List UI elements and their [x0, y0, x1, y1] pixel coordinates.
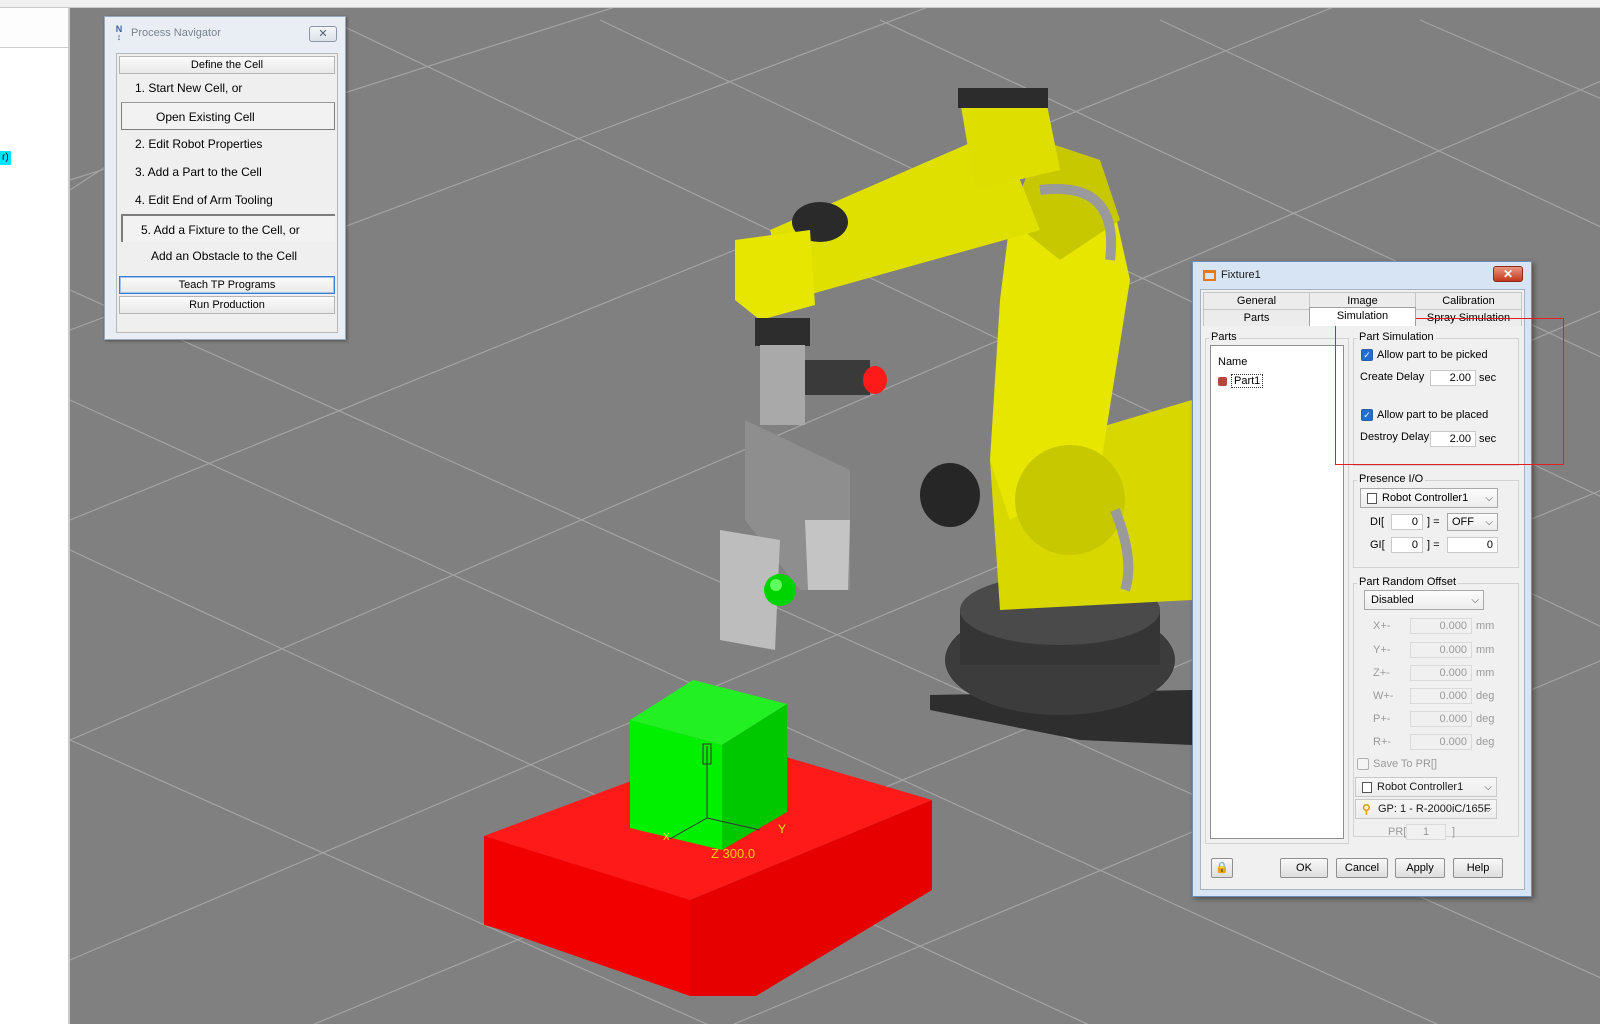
pr-close-bracket: ]: [1452, 826, 1456, 838]
check-icon: ✓: [1357, 758, 1369, 770]
tab-general[interactable]: General: [1203, 292, 1310, 309]
offset-x-label: X+-: [1373, 620, 1391, 632]
di-value: OFF: [1452, 516, 1474, 528]
tab-parts[interactable]: Parts: [1203, 309, 1310, 326]
offset-y-input[interactable]: 0.000: [1410, 642, 1472, 658]
offset-w-label: W+-: [1373, 690, 1394, 702]
fixture-dialog-title: Fixture1: [1221, 269, 1261, 281]
pr-group-value: GP: 1 - R-2000iC/165F: [1378, 803, 1491, 815]
save-to-pr-checkbox[interactable]: ✓ Save To PR[]: [1357, 758, 1437, 770]
close-icon[interactable]: ✕: [1493, 266, 1523, 282]
nav-step-start-new-cell[interactable]: 1. Start New Cell, or: [117, 74, 337, 102]
highlight-annotation-box: [1335, 318, 1564, 465]
presence-controller-select[interactable]: Robot Controller1 ⌵: [1360, 488, 1498, 508]
axis-y-label: Y: [778, 822, 786, 836]
tab-calibration[interactable]: Calibration: [1415, 292, 1522, 309]
part-green-cube[interactable]: [630, 680, 787, 850]
presence-io-label: Presence I/O: [1357, 473, 1426, 485]
offset-z-label: Z+-: [1373, 667, 1390, 679]
offset-p-input[interactable]: 0.000: [1410, 711, 1472, 727]
parts-group-label: Parts: [1209, 331, 1239, 343]
fixture-dialog-titlebar[interactable]: Fixture1 ✕: [1193, 262, 1531, 288]
parts-list[interactable]: Name Part1: [1210, 345, 1344, 839]
top-toolbar-strip: [0, 0, 1600, 8]
offset-mode-value: Disabled: [1371, 594, 1414, 606]
help-button[interactable]: Help: [1453, 858, 1503, 878]
offset-mode-select[interactable]: Disabled ⌵: [1364, 590, 1484, 610]
save-to-pr-label: Save To PR[]: [1373, 758, 1437, 770]
offset-x-input[interactable]: 0.000: [1410, 618, 1472, 634]
offset-w-input[interactable]: 0.000: [1410, 688, 1472, 704]
di-label: DI[: [1370, 516, 1385, 528]
offset-x-unit: mm: [1476, 620, 1495, 632]
gi-equals: ] =: [1427, 539, 1440, 551]
tab-simulation[interactable]: Simulation: [1309, 307, 1416, 326]
process-navigator-body: Define the Cell 1. Start New Cell, or Op…: [116, 53, 338, 333]
nav-step-edit-eoat[interactable]: 4. Edit End of Arm Tooling: [117, 186, 337, 214]
close-icon[interactable]: ✕: [309, 26, 337, 42]
pr-controller-select[interactable]: Robot Controller1 ⌵: [1355, 777, 1497, 797]
offset-p-unit: deg: [1476, 713, 1495, 725]
pr-index-input[interactable]: 1: [1406, 824, 1446, 840]
offset-r-unit: deg: [1476, 736, 1495, 748]
controller-icon: [1362, 781, 1372, 793]
chevron-down-icon: ⌵: [1484, 782, 1492, 793]
di-equals: ] =: [1427, 516, 1440, 528]
part-icon: [1218, 376, 1227, 386]
di-index-input[interactable]: 0: [1391, 514, 1423, 530]
fixture-icon: [1203, 269, 1216, 281]
chevron-down-icon: ⌵: [1484, 804, 1492, 815]
offset-y-label: Y+-: [1373, 644, 1391, 656]
nav-step-add-part[interactable]: 3. Add a Part to the Cell: [117, 158, 337, 186]
chevron-down-icon: ⌵: [1485, 493, 1493, 504]
presence-controller-value: Robot Controller1: [1382, 492, 1469, 504]
navigator-icon: N ↕: [115, 24, 123, 42]
offset-p-label: P+-: [1373, 713, 1391, 725]
selected-tree-item[interactable]: r): [0, 151, 11, 165]
nav-step-open-existing-cell[interactable]: Open Existing Cell: [121, 102, 335, 130]
chevron-down-icon: ⌵: [1485, 517, 1493, 528]
pr-group-select[interactable]: ⚲ GP: 1 - R-2000iC/165F ⌵: [1355, 799, 1497, 819]
gi-label: GI[: [1370, 539, 1385, 551]
offset-r-label: R+-: [1373, 736, 1392, 748]
offset-w-unit: deg: [1476, 690, 1495, 702]
process-navigator-title: Process Navigator: [131, 27, 221, 39]
pr-controller-value: Robot Controller1: [1377, 781, 1464, 793]
lock-icon: 🔒: [1215, 862, 1229, 874]
offset-z-unit: mm: [1476, 667, 1495, 679]
nav-step-add-fixture[interactable]: 5. Add a Fixture to the Cell, or: [121, 214, 335, 242]
list-item[interactable]: Part1: [1218, 374, 1264, 388]
run-production-button[interactable]: Run Production: [119, 296, 335, 314]
offset-y-unit: mm: [1476, 644, 1495, 656]
cancel-button[interactable]: Cancel: [1336, 858, 1388, 878]
gi-index-input[interactable]: 0: [1391, 537, 1423, 553]
offset-z-input[interactable]: 0.000: [1410, 665, 1472, 681]
ok-button[interactable]: OK: [1280, 858, 1328, 878]
process-navigator-titlebar[interactable]: N ↕ Process Navigator ✕: [105, 17, 345, 49]
cell-browser-pane[interactable]: r): [0, 8, 70, 1024]
nav-step-edit-robot-properties[interactable]: 2. Edit Robot Properties: [117, 130, 337, 158]
chevron-down-icon: ⌵: [1471, 595, 1479, 606]
cell-browser-header: [0, 8, 68, 48]
axis-x-label: X: [663, 832, 670, 843]
process-navigator-window: N ↕ Process Navigator ✕ Define the Cell 1…: [104, 16, 346, 340]
random-offset-label: Part Random Offset: [1357, 576, 1459, 588]
part-name: Part1: [1231, 374, 1264, 388]
define-cell-button[interactable]: Define the Cell: [119, 56, 335, 74]
controller-icon: [1367, 492, 1377, 504]
gi-value-input[interactable]: 0: [1447, 537, 1498, 553]
parts-column-header[interactable]: Name: [1218, 356, 1247, 368]
teach-tp-programs-button[interactable]: Teach TP Programs: [119, 276, 335, 294]
offset-r-input[interactable]: 0.000: [1410, 734, 1472, 750]
nav-step-add-obstacle[interactable]: Add an Obstacle to the Cell: [117, 242, 337, 270]
dimension-label: Z 300.0: [711, 846, 755, 861]
robot-group-icon: ⚲: [1362, 802, 1371, 816]
di-value-select[interactable]: OFF ⌵: [1447, 513, 1498, 531]
pr-label: PR[: [1388, 826, 1407, 838]
lock-button[interactable]: 🔒: [1211, 858, 1233, 878]
apply-button[interactable]: Apply: [1395, 858, 1445, 878]
